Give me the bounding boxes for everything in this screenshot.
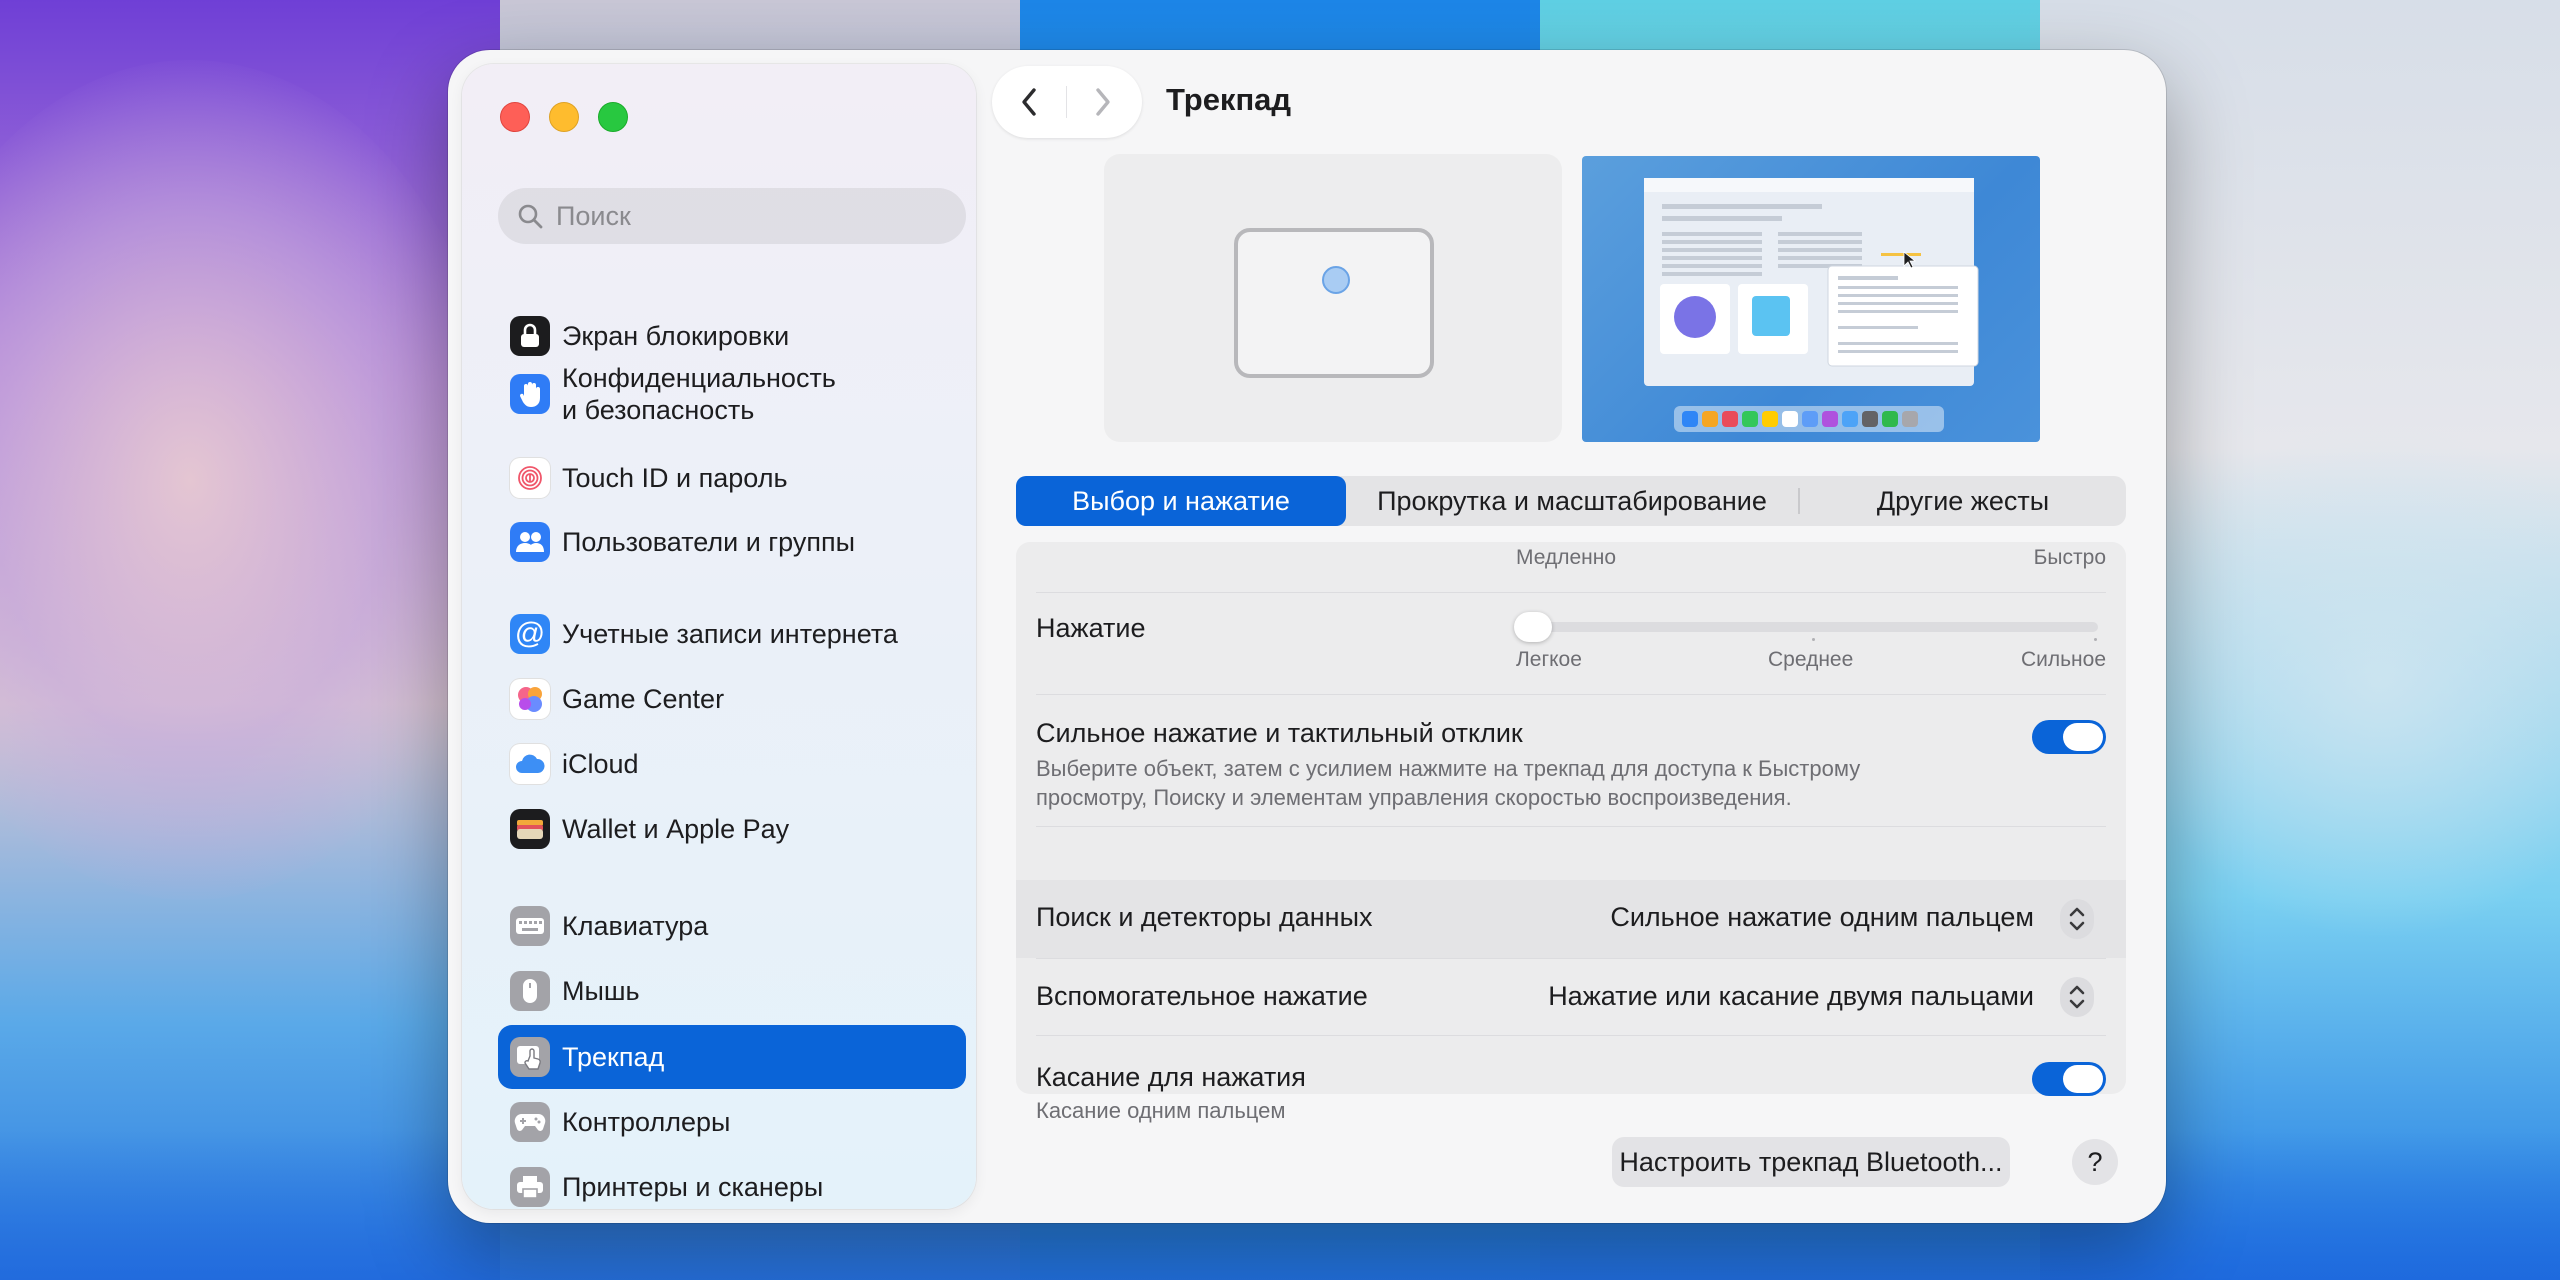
minimize-button[interactable] [549, 102, 579, 132]
search-field[interactable]: Поиск [498, 188, 966, 244]
desktop-illustration [1644, 178, 1979, 432]
tap-to-click-toggle[interactable] [2032, 1062, 2106, 1096]
gamepad-icon [510, 1102, 550, 1142]
sidebar-item-printers[interactable]: Принтеры и сканеры [498, 1155, 966, 1219]
click-mark-medium: Среднее [1768, 648, 1854, 671]
force-click-label: Сильное нажатие и тактильный отклик [1036, 718, 1523, 748]
window-controls [500, 102, 628, 132]
up-down-chevron-icon [2069, 907, 2085, 931]
sidebar-item-mouse[interactable]: Мышь [498, 959, 966, 1023]
sidebar: Поиск Экран блокировки Конфиденциальност… [462, 64, 976, 1209]
sidebar-item-label: Трекпад [562, 1042, 665, 1072]
tap-to-click-label: Касание для нажатия [1036, 1062, 1306, 1092]
setup-bluetooth-trackpad-button[interactable]: Настроить трекпад Bluetooth... [1612, 1137, 2010, 1187]
sidebar-item-label: Учетные записи интернета [562, 619, 898, 649]
settings-window: Поиск Экран блокировки Конфиденциальност… [448, 50, 2166, 1223]
trackpad-icon [510, 1037, 550, 1077]
trackpad-illustration [1234, 228, 1434, 378]
sidebar-item-keyboard[interactable]: Клавиатура [498, 894, 966, 958]
sidebar-item-users[interactable]: Пользователи и группы [498, 510, 966, 574]
forward-chevron-icon[interactable] [1088, 84, 1116, 120]
finger-dot [1322, 266, 1350, 294]
tap-to-click-row: Касание для нажатия Касание одним пальце… [1016, 1036, 2126, 1123]
sidebar-item-label: Touch ID и пароль [562, 463, 788, 493]
sidebar-item-label: Экран блокировки [562, 321, 790, 351]
force-click-description-2: просмотру, Поиску и элементам управления… [1036, 785, 1792, 810]
users-icon [510, 522, 550, 562]
wallet-icon [510, 809, 550, 849]
back-chevron-icon[interactable] [1016, 84, 1044, 120]
search-icon [518, 204, 543, 229]
sidebar-item-controllers[interactable]: Контроллеры [498, 1090, 966, 1154]
sidebar-item-label: Мышь [562, 976, 640, 1006]
gesture-video-preview [1582, 156, 2040, 442]
click-pressure-slider-knob[interactable] [1514, 612, 1552, 642]
cloud-icon [510, 744, 550, 784]
tap-to-click-description: Касание одним пальцем [1036, 1098, 1286, 1123]
secondary-click-value[interactable]: Нажатие или касание двумя пальцами [1548, 981, 2034, 1012]
search-placeholder: Поиск [556, 200, 631, 231]
tab-more-gestures[interactable]: Другие жесты [1800, 476, 2126, 526]
game-center-icon [510, 679, 550, 719]
sidebar-item-label: Game Center [562, 684, 725, 714]
sidebar-item-label: iCloud [562, 749, 639, 779]
sidebar-item-internet-accounts[interactable]: @ Учетные записи интернета [498, 602, 966, 666]
force-click-description-1: Выберите объект, затем с усилием нажмите… [1036, 756, 1861, 781]
at-icon: @ [510, 614, 550, 654]
speed-max-label: Быстро [2033, 546, 2106, 569]
sidebar-item-label: Конфиденциальность и безопасность [562, 363, 836, 425]
click-label: Нажатие [1036, 613, 1146, 643]
sidebar-item-trackpad[interactable]: Трекпад [498, 1025, 966, 1089]
keyboard-icon [510, 906, 550, 946]
sidebar-item-icloud[interactable]: iCloud [498, 732, 966, 796]
trackpad-preview [1104, 154, 1562, 442]
lookup-label: Поиск и детекторы данных [1036, 902, 1373, 932]
click-pressure-slider[interactable] [1528, 622, 2098, 632]
sidebar-item-wallet[interactable]: Wallet и Apple Pay [498, 797, 966, 861]
secondary-click-popup[interactable] [2060, 977, 2094, 1017]
tab-bar: Выбор и нажатие Прокрутка и масштабирова… [1016, 476, 2126, 526]
secondary-click-label: Вспомогательное нажатие [1036, 981, 1368, 1011]
mouse-icon [510, 971, 550, 1011]
printer-icon [510, 1167, 550, 1207]
lookup-popup[interactable] [2060, 899, 2094, 939]
lookup-value[interactable]: Сильное нажатие одним пальцем [1610, 902, 2034, 933]
sidebar-item-label: Принтеры и сканеры [562, 1172, 824, 1202]
click-mark-firm: Сильное [2020, 648, 2106, 671]
history-navigation [992, 66, 1142, 138]
sidebar-item-touch-id[interactable]: Touch ID и пароль [498, 446, 966, 510]
close-button[interactable] [500, 102, 530, 132]
secondary-click-row[interactable]: Вспомогательное нажатие Нажатие или каса… [1016, 959, 2126, 1035]
up-down-chevron-icon [2069, 985, 2085, 1009]
click-mark-light: Легкое [1516, 648, 1582, 671]
hand-icon [510, 374, 550, 414]
force-click-toggle[interactable] [2032, 720, 2106, 754]
help-button[interactable]: ? [2072, 1139, 2118, 1185]
sidebar-item-label: Пользователи и группы [562, 527, 856, 557]
sidebar-item-label: Wallet и Apple Pay [562, 814, 790, 844]
tab-scroll-and-zoom[interactable]: Прокрутка и масштабирование [1346, 476, 1798, 526]
sidebar-item-game-center[interactable]: Game Center [498, 667, 966, 731]
sidebar-item-label: Клавиатура [562, 911, 709, 941]
tab-point-and-click[interactable]: Выбор и нажатие [1016, 476, 1346, 526]
lock-icon [510, 316, 550, 356]
fingerprint-icon [510, 458, 550, 498]
zoom-button[interactable] [598, 102, 628, 132]
sidebar-item-privacy[interactable]: Конфиденциальность и безопасность [498, 354, 966, 434]
sidebar-item-label: Контроллеры [562, 1107, 731, 1137]
lookup-row[interactable]: Поиск и детекторы данных Сильное нажатие… [1016, 880, 2126, 958]
page-title: Трекпад [1166, 82, 1292, 117]
speed-min-label: Медленно [1516, 546, 1617, 569]
